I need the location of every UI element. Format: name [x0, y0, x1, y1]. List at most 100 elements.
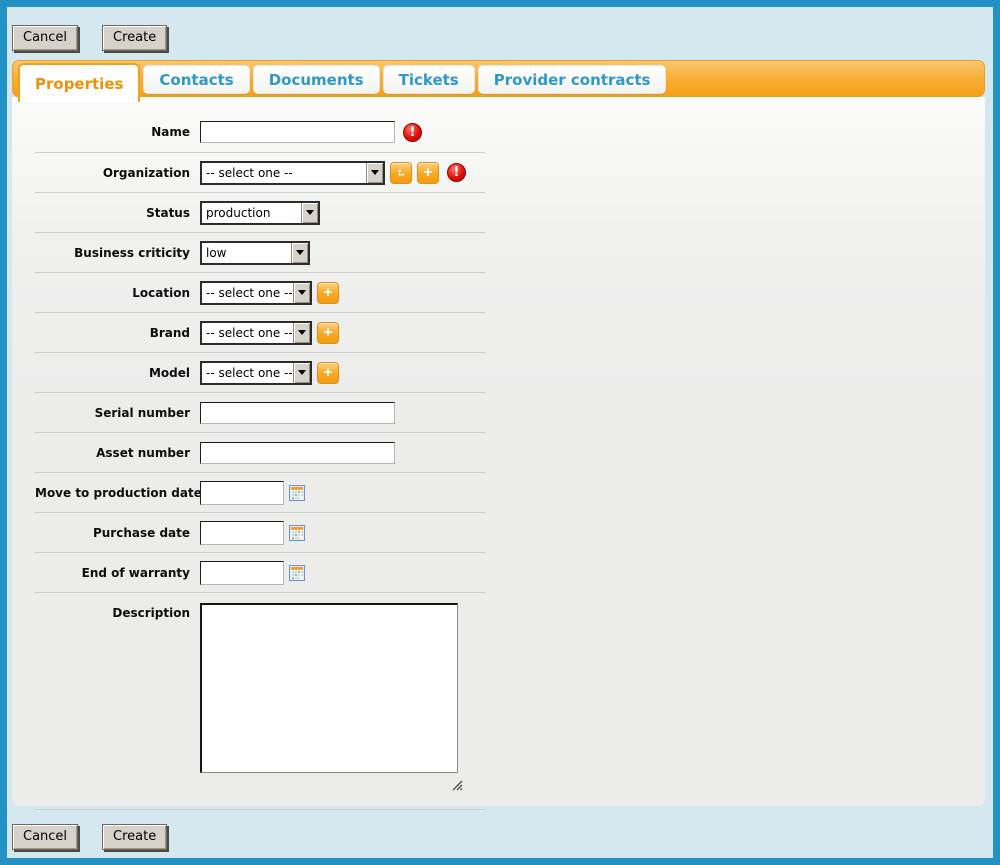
calendar-icon — [289, 565, 305, 581]
form-row-serial_number: Serial number — [35, 392, 485, 432]
calendar-icon — [289, 485, 305, 501]
organization-add-button[interactable]: + — [417, 162, 439, 184]
form-row-model: Model -- select one --+ — [35, 352, 485, 392]
name-input[interactable] — [200, 121, 395, 143]
move_to_production_date-calendar-picker-button[interactable] — [289, 485, 305, 501]
business_criticity-select[interactable]: low — [200, 241, 310, 265]
dropdown-button[interactable] — [293, 323, 310, 343]
tab-label: Properties — [35, 75, 123, 93]
create-button[interactable]: Create — [102, 25, 167, 51]
bottom-toolbar: Cancel Create — [12, 824, 167, 850]
chevron-down-icon — [306, 210, 314, 215]
field-label-asset_number: Asset number — [35, 446, 190, 460]
tab-label: Contacts — [159, 71, 233, 89]
form-row-name: Name! — [35, 112, 485, 152]
organization-hierarchy-button[interactable] — [390, 162, 412, 184]
organization-select[interactable]: -- select one -- — [200, 161, 385, 185]
location-select[interactable]: -- select one -- — [200, 281, 312, 305]
create-object-window: Cancel Create Properties Contacts Document… — [0, 0, 1000, 865]
field-control — [200, 481, 305, 505]
field-control — [200, 561, 305, 585]
validation-error-icon: ! — [403, 123, 422, 142]
dropdown-button[interactable] — [366, 163, 383, 183]
field-control — [200, 442, 395, 464]
dropdown-button[interactable] — [301, 203, 318, 223]
field-label-model: Model — [35, 366, 190, 380]
brand-select[interactable]: -- select one -- — [200, 321, 312, 345]
end_of_warranty-calendar-picker-button[interactable] — [289, 565, 305, 581]
field-label-name: Name — [35, 125, 190, 139]
field-label-end_of_warranty: End of warranty — [35, 566, 190, 580]
dropdown-button[interactable] — [291, 243, 308, 263]
tab-properties[interactable]: Properties — [18, 63, 140, 102]
form-row-purchase_date: Purchase date — [35, 512, 485, 552]
field-control — [200, 521, 305, 545]
field-control: -- select one -- + — [200, 321, 339, 345]
chevron-down-icon — [298, 290, 306, 295]
resize-grip-icon — [452, 780, 463, 791]
cancel-button[interactable]: Cancel — [12, 824, 78, 850]
field-control: -- select one -- +! — [200, 161, 466, 185]
field-label-status: Status — [35, 206, 190, 220]
field-label-organization: Organization — [35, 166, 190, 180]
tab-tickets[interactable]: Tickets — [383, 65, 475, 94]
field-label-purchase_date: Purchase date — [35, 526, 190, 540]
resize-handle[interactable] — [452, 776, 463, 795]
validation-error-icon: ! — [447, 163, 466, 182]
field-label-business_criticity: Business criticity — [35, 246, 190, 260]
form-end-divider — [35, 809, 485, 810]
field-control: low — [200, 241, 310, 265]
tab-label: Tickets — [399, 71, 459, 89]
field-label-description: Description — [35, 603, 190, 620]
description-textarea[interactable] — [200, 603, 458, 773]
form-row-move_to_production_date: Move to production date — [35, 472, 485, 512]
form-row-description: Description — [35, 592, 485, 809]
dropdown-button[interactable] — [293, 363, 310, 383]
tab-strip: Properties Contacts Documents Tickets Provid… — [12, 60, 985, 97]
field-label-move_to_production_date: Move to production date — [35, 486, 190, 500]
asset_number-input[interactable] — [200, 442, 395, 464]
field-control — [200, 402, 395, 424]
purchase_date-input[interactable] — [200, 521, 284, 545]
brand-add-button[interactable]: + — [317, 322, 339, 344]
chevron-down-icon — [298, 370, 306, 375]
selected-value: low — [202, 246, 291, 260]
selected-value: -- select one -- — [202, 326, 293, 340]
tab-contacts[interactable]: Contacts — [143, 65, 249, 94]
form-row-location: Location -- select one -- + — [35, 272, 485, 312]
tab-provider-contracts[interactable]: Provider contracts — [478, 65, 667, 94]
status-select[interactable]: production — [200, 201, 320, 225]
selected-value: -- select one -- — [202, 286, 293, 300]
calendar-icon — [289, 525, 305, 541]
field-control: production — [200, 201, 320, 225]
chevron-down-icon — [371, 170, 379, 175]
form-row-status: Status production — [35, 192, 485, 232]
serial_number-input[interactable] — [200, 402, 395, 424]
form-row-end_of_warranty: End of warranty — [35, 552, 485, 592]
field-control — [200, 603, 463, 795]
model-add-button[interactable]: + — [317, 362, 339, 384]
chevron-down-icon — [296, 250, 304, 255]
create-button[interactable]: Create — [102, 824, 167, 850]
selected-value: production — [202, 206, 301, 220]
cancel-button[interactable]: Cancel — [12, 25, 78, 51]
form-row-business_criticity: Business criticity low — [35, 232, 485, 272]
top-toolbar: Cancel Create — [12, 25, 167, 51]
location-add-button[interactable]: + — [317, 282, 339, 304]
end_of_warranty-input[interactable] — [200, 561, 284, 585]
field-control: ! — [200, 121, 422, 143]
form-row-asset_number: Asset number — [35, 432, 485, 472]
chevron-down-icon — [298, 330, 306, 335]
field-label-location: Location — [35, 286, 190, 300]
purchase_date-calendar-picker-button[interactable] — [289, 525, 305, 541]
field-control: -- select one --+ — [200, 361, 339, 385]
move_to_production_date-input[interactable] — [200, 481, 284, 505]
tab-label: Provider contracts — [494, 71, 651, 89]
model-select[interactable]: -- select one -- — [200, 361, 312, 385]
field-label-brand: Brand — [35, 326, 190, 340]
field-control: -- select one -- + — [200, 281, 339, 305]
object-form: Name!Organization-- select one --+!Statu… — [35, 112, 485, 810]
dropdown-button[interactable] — [293, 283, 310, 303]
tab-documents[interactable]: Documents — [253, 65, 380, 94]
properties-panel: Name!Organization-- select one --+!Statu… — [12, 97, 985, 806]
